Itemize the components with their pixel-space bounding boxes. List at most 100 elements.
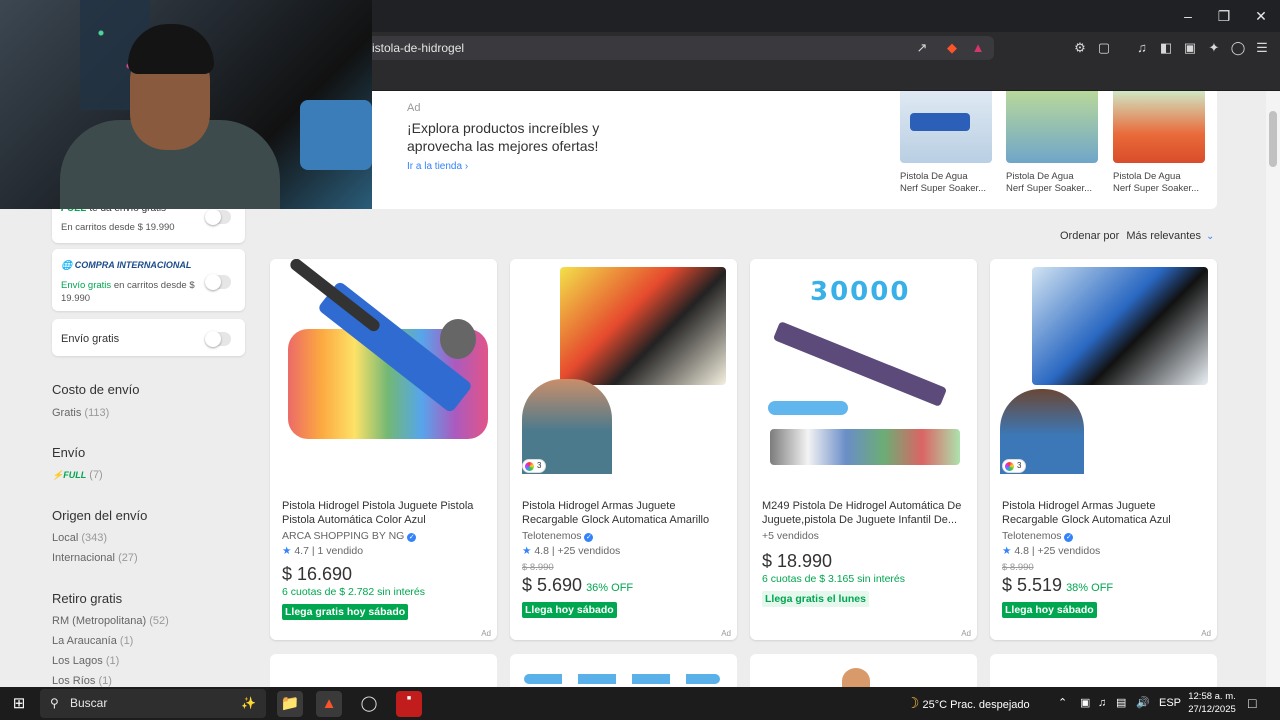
rating: ★ 4.7 | 1 vendido: [282, 545, 487, 557]
product-card[interactable]: 3 Pistola Hidrogel Armas Juguete Recarga…: [990, 259, 1217, 640]
product-image: [990, 259, 1217, 485]
filter-link-rm[interactable]: RM (Metropolitana) (52): [52, 615, 169, 627]
minimize-button[interactable]: –: [1170, 4, 1206, 28]
full-filter-sub: En carritos desde $ 19.990: [61, 222, 175, 233]
product-card[interactable]: [510, 654, 737, 687]
free-shipping-toggle[interactable]: [205, 331, 231, 347]
ad-label: Ad: [481, 629, 491, 638]
microphone-icon[interactable]: ♫: [1098, 687, 1106, 720]
language-indicator[interactable]: ESP: [1159, 687, 1181, 720]
full-toggle[interactable]: [205, 209, 231, 225]
filter-link-full[interactable]: ⚡FULL (7): [52, 469, 103, 481]
product-card[interactable]: 30000 M249 Pistola De Hidrogel Automátic…: [750, 259, 977, 640]
product-image: [510, 259, 737, 485]
product-card[interactable]: Pistola Hidrogel Pistola Juguete Pistola…: [270, 259, 497, 640]
leo-ai-icon[interactable]: ✦: [1206, 40, 1222, 56]
brave-rewards-icon[interactable]: ▲: [970, 40, 986, 56]
product-image: [900, 91, 992, 163]
product-info: M249 Pistola De Hidrogel Automática De J…: [762, 499, 967, 607]
ad-product[interactable]: Pistola De Agua Nerf Super Soaker...: [1113, 91, 1205, 195]
taskbar-search[interactable]: ⚲ Buscar ✨: [40, 689, 266, 718]
wallet-icon[interactable]: ▣: [1182, 40, 1198, 56]
filter-label: Los Ríos: [52, 675, 96, 687]
sort-control[interactable]: Ordenar por Más relevantes ⌄: [1060, 230, 1214, 242]
search-icon: ⚲: [50, 696, 59, 710]
product-card[interactable]: 3 Pistola Hidrogel Armas Juguete Recarga…: [510, 259, 737, 640]
rating: ★ 4.8 | +25 vendidos: [1002, 545, 1207, 557]
menu-icon[interactable]: ☰: [1254, 40, 1270, 56]
ad-product-label: Pistola De Agua: [1006, 171, 1074, 182]
filter-link-international[interactable]: Internacional (27): [52, 552, 138, 564]
address-bar[interactable]: istola-de-hidrogel: [290, 36, 994, 60]
brave-browser-icon[interactable]: ▲: [316, 691, 342, 717]
go-to-store-link[interactable]: Ir a la tienda ›: [407, 161, 468, 172]
share-icon[interactable]: ↗: [914, 40, 930, 56]
shipping-badge: Llega gratis hoy sábado: [282, 604, 409, 620]
international-free-label: Envío gratis: [61, 280, 112, 291]
ad-product[interactable]: Pistola De Agua Nerf Super Soaker...: [1006, 91, 1098, 195]
sidebar-icon[interactable]: ◧: [1158, 40, 1174, 56]
tray-app-icon[interactable]: ▣: [1080, 687, 1090, 720]
filter-link-free[interactable]: Gratis (113): [52, 407, 109, 419]
product-image: [1113, 91, 1205, 163]
rating-value: 4.7: [294, 545, 309, 557]
filter-link-araucania[interactable]: La Araucanía (1): [52, 635, 133, 647]
go-to-store-label: Ir a la tienda: [407, 161, 463, 172]
reading-mode-icon[interactable]: ▢: [1096, 40, 1112, 56]
ad-banner[interactable]: Ad ¡Explora productos increíbles y aprov…: [352, 91, 1217, 209]
international-toggle[interactable]: [205, 274, 231, 290]
network-icon[interactable]: ▤: [1116, 687, 1126, 720]
system-clock[interactable]: 12:58 a. m. 27/12/2025: [1184, 690, 1240, 716]
filter-link-los-rios[interactable]: Los Ríos (1): [52, 675, 112, 687]
page-scrollbar[interactable]: [1266, 91, 1280, 687]
product-title[interactable]: M249 Pistola De Hidrogel Automática De J…: [762, 499, 967, 527]
color-variants-badge[interactable]: 3: [522, 459, 547, 473]
installments: 6 cuotas de $ 3.165 sin interés: [762, 573, 906, 585]
color-variants-badge[interactable]: 3: [1002, 459, 1027, 473]
sold-count: | +25 vendidos: [1031, 545, 1101, 557]
product-card[interactable]: [750, 654, 977, 687]
weather-widget[interactable]: ☽ 25°C Prac. despejado: [906, 687, 1030, 720]
product-title[interactable]: Pistola Hidrogel Armas Juguete Recargabl…: [1002, 499, 1207, 527]
ad-tag: Ad: [407, 102, 421, 114]
product-card[interactable]: [990, 654, 1217, 687]
notifications-icon[interactable]: □: [1248, 687, 1256, 720]
international-filter-card[interactable]: 🌐 COMPRA INTERNACIONAL Envío gratis en c…: [52, 249, 245, 311]
music-icon[interactable]: ♫: [1134, 40, 1150, 56]
filter-count: (1): [105, 655, 120, 667]
ad-product[interactable]: Pistola De Agua Nerf Super Soaker...: [900, 91, 992, 195]
free-shipping-label: Envío gratis: [61, 333, 120, 345]
verified-icon: ✓: [407, 533, 417, 542]
product-title[interactable]: Pistola Hidrogel Armas Juguete Recargabl…: [522, 499, 727, 527]
full-badge: ⚡FULL: [52, 470, 87, 480]
voicemeeter-icon[interactable]: ■: [396, 691, 422, 717]
extensions-icon[interactable]: ⚙: [1072, 40, 1088, 56]
rating: ★ 4.8 | +25 vendidos: [522, 545, 727, 557]
brave-shields-icon[interactable]: ◆: [944, 40, 960, 56]
price: $ 5.690: [522, 575, 583, 595]
search-label: Buscar: [70, 696, 108, 710]
windows-start-icon[interactable]: ⊞: [6, 691, 32, 717]
filter-link-los-lagos[interactable]: Los Lagos (1): [52, 655, 119, 667]
product-card[interactable]: [270, 654, 497, 687]
ad-product-label: Nerf Super Soaker...: [900, 183, 987, 194]
ad-product-label: Nerf Super Soaker...: [1113, 183, 1200, 194]
tray-chevron-icon[interactable]: ⌃: [1058, 687, 1067, 720]
restore-button[interactable]: ❐: [1206, 4, 1242, 28]
free-shipping-filter-card[interactable]: Envío gratis: [52, 319, 245, 356]
ad-label: Ad: [721, 629, 731, 638]
product-title[interactable]: Pistola Hidrogel Pistola Juguete Pistola…: [282, 499, 487, 527]
filter-link-local[interactable]: Local (343): [52, 532, 107, 544]
international-rest: en carritos desde: [113, 280, 187, 291]
obs-icon[interactable]: ◯: [356, 691, 382, 717]
windows-taskbar: ⊞ ⚲ Buscar ✨ 📁 ▲ ◯ ■ ☽ 25°C Prac. despej…: [0, 687, 1280, 720]
verified-icon: ✓: [1064, 533, 1074, 542]
scrollbar-thumb[interactable]: [1269, 111, 1277, 167]
weather-icon: ☽: [906, 695, 920, 712]
seller-label: ARCA SHOPPING BY NG: [282, 530, 405, 542]
volume-icon[interactable]: 🔊: [1136, 687, 1150, 720]
close-button[interactable]: ✕: [1243, 4, 1279, 28]
vpn-icon[interactable]: ◯: [1230, 40, 1246, 56]
international-title-text: COMPRA INTERNACIONAL: [74, 260, 192, 270]
file-explorer-icon[interactable]: 📁: [277, 691, 303, 717]
